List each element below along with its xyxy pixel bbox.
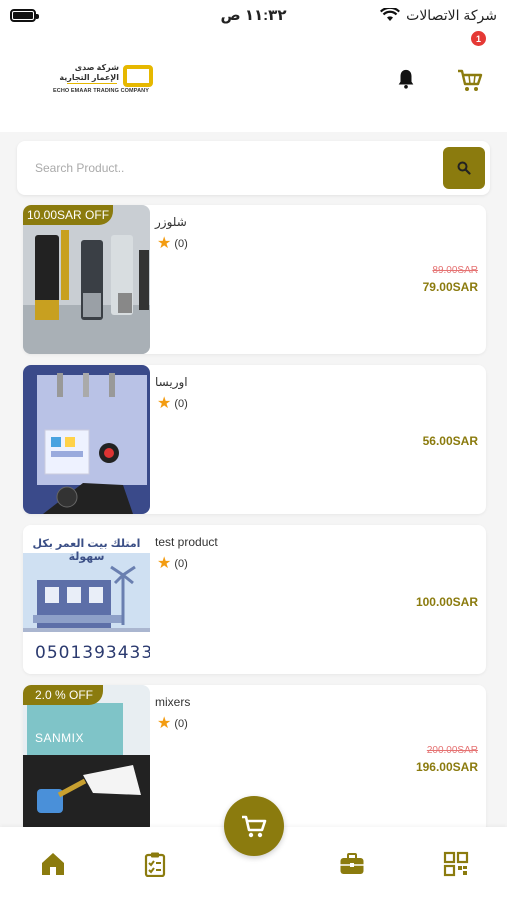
old-price: 89.00SAR (432, 265, 478, 276)
old-price: 200.00SAR (426, 745, 478, 756)
product-price: 100.00SAR (415, 595, 478, 609)
discount-badge: 2.0 % OFF (23, 685, 104, 705)
product-name: mixers (155, 695, 191, 709)
bell-icon[interactable] (395, 67, 417, 91)
product-name: test product (155, 535, 218, 549)
product-photo-nozzles (23, 205, 150, 354)
briefcase-icon[interactable] (339, 851, 365, 877)
cart-badge: 1 (471, 31, 486, 46)
search-bar (17, 141, 490, 195)
product-name: شلوزر (155, 215, 187, 229)
search-input[interactable] (25, 151, 435, 185)
status-time: ١١:٣٢ ص (220, 7, 287, 24)
rating-count: (0) (174, 238, 188, 250)
product-rating: ★ (0) (157, 556, 188, 572)
product-price: 196.00SAR (415, 760, 478, 774)
product-card[interactable]: امتلك بيت العمر بكل سهولة 0501393433 tes… (23, 525, 486, 674)
product-image[interactable] (23, 365, 150, 514)
cart-fab-button[interactable] (224, 796, 284, 856)
product-photo-machine (23, 365, 150, 514)
logo-text-ar: شركة صدى الإعمار التجارية (59, 63, 119, 82)
search-button[interactable] (443, 147, 485, 189)
battery-icon (10, 8, 39, 22)
star-icon: ★ (157, 235, 172, 252)
logo-mark (123, 65, 153, 87)
product-photo-mixer (23, 685, 150, 834)
banner-tagline: امتلك بيت العمر بكل سهولة (32, 538, 141, 563)
star-icon: ★ (157, 555, 172, 572)
carrier-label: شركة الاتصالات (406, 6, 497, 23)
home-icon[interactable] (40, 851, 66, 877)
app-header: شركة صدى الإعمار التجارية ECHO EMAAR TRA… (0, 30, 507, 132)
product-price: 56.00SAR (422, 434, 478, 448)
status-bar: ١١:٣٢ ص شركة الاتصالات (0, 0, 507, 30)
orders-icon[interactable] (142, 851, 168, 877)
product-rating: ★ (0) (157, 716, 188, 732)
banner-phone: 0501393433 (35, 643, 150, 663)
product-rating: ★ (0) (157, 396, 188, 412)
qr-icon[interactable] (443, 851, 469, 877)
product-card[interactable]: اوريسا ★ (0) 56.00SAR (23, 365, 486, 514)
product-image[interactable]: 10.00SAR OFF (23, 205, 150, 354)
product-rating: ★ (0) (157, 236, 188, 252)
rating-count: (0) (174, 558, 188, 570)
logo-text-en: ECHO EMAAR TRADING COMPANY (53, 88, 149, 94)
product-price: 79.00SAR (422, 280, 478, 294)
product-name: اوريسا (155, 375, 188, 389)
product-image[interactable]: SANMIX 2.0 % OFF (23, 685, 150, 834)
star-icon: ★ (157, 395, 172, 412)
cart-icon (242, 815, 267, 838)
logo-divider (67, 83, 117, 84)
product-image[interactable]: امتلك بيت العمر بكل سهولة 0501393433 (23, 525, 150, 674)
star-icon: ★ (157, 715, 172, 732)
product-card[interactable]: 10.00SAR OFF شلوزر ★ (0) 89.00SAR 79.00S… (23, 205, 486, 354)
image-brand: SANMIX (35, 731, 85, 745)
company-logo[interactable]: شركة صدى الإعمار التجارية ECHO EMAAR TRA… (53, 63, 153, 97)
cart-icon[interactable] (456, 66, 484, 94)
search-icon (457, 161, 471, 175)
wifi-icon (380, 8, 401, 21)
rating-count: (0) (174, 398, 188, 410)
discount-badge: 10.00SAR OFF (23, 205, 114, 225)
rating-count: (0) (174, 718, 188, 730)
